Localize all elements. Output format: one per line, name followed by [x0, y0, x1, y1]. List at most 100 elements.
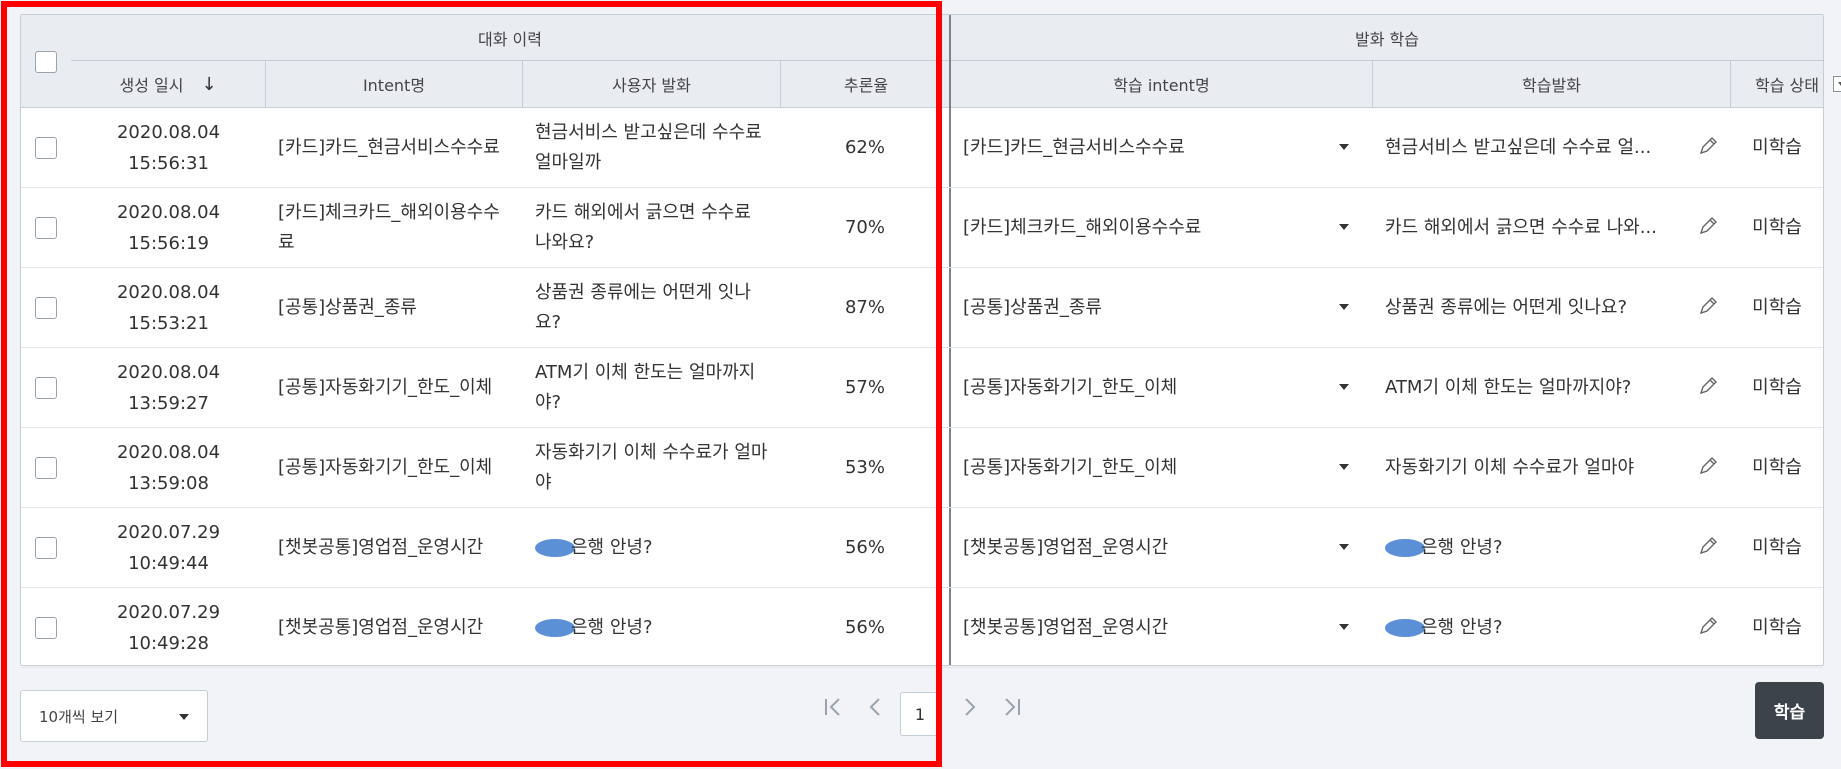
- column-header-learn-status[interactable]: 학습 상태: [1731, 61, 1841, 107]
- column-header-learn-utterance: 학습발화: [1373, 61, 1731, 107]
- page-size-select[interactable]: 10개씩 보기: [20, 690, 208, 742]
- cell-created: 2020.08.04 15:53:21: [71, 268, 266, 348]
- learn-utterance-text: 은행 안녕?: [1421, 617, 1503, 638]
- learn-utterance-field[interactable]: 현금서비스 받고싶은데 수수료 얼...: [1373, 108, 1731, 188]
- table-row[interactable]: 2020.08.04 15:53:21 [공통]상품권_종류 상품권 종류에는 어…: [21, 268, 1823, 348]
- filter-dropdown-icon[interactable]: [1832, 76, 1841, 92]
- cell-score: 70%: [844, 217, 885, 238]
- pencil-edit-icon[interactable]: [1697, 295, 1719, 317]
- row-checkbox[interactable]: [35, 377, 57, 399]
- last-page-icon[interactable]: [997, 692, 1027, 722]
- table-row[interactable]: 2020.07.29 10:49:28 [챗봇공통]영업점_운영시간 은행 안녕?…: [21, 588, 1823, 668]
- learn-intent-text: [챗봇공통]영업점_운영시간: [963, 617, 1169, 638]
- masked-text: [535, 539, 575, 557]
- learn-intent-select[interactable]: [카드]카드_현금서비스수수료: [951, 108, 1373, 188]
- cell-score: 57%: [844, 377, 885, 398]
- cell-intent: [공통]상품권_종류: [266, 268, 523, 348]
- caret-down-icon[interactable]: [1339, 144, 1349, 150]
- row-checkbox[interactable]: [35, 537, 57, 559]
- pencil-edit-icon[interactable]: [1697, 455, 1719, 477]
- learn-intent-select[interactable]: [챗봇공통]영업점_운영시간: [951, 508, 1373, 588]
- cell-utterance: 은행 안녕?: [523, 588, 781, 668]
- pencil-edit-icon[interactable]: [1697, 615, 1719, 637]
- row-checkbox[interactable]: [35, 217, 57, 239]
- cell-intent: [챗봇공통]영업점_운영시간: [266, 508, 523, 588]
- learn-intent-select[interactable]: [공통]자동화기기_한도_이체: [951, 428, 1373, 508]
- row-checkbox[interactable]: [35, 297, 57, 319]
- first-page-icon[interactable]: [818, 692, 848, 722]
- created-time: 10:49:44: [128, 553, 209, 574]
- cell-utterance: 자동화기기 이체 수수료가 얼마야: [523, 428, 781, 508]
- next-page-icon[interactable]: [955, 692, 985, 722]
- caret-down-icon[interactable]: [1339, 464, 1349, 470]
- learn-utterance-field[interactable]: 은행 안녕?: [1373, 508, 1731, 588]
- created-time: 10:49:28: [128, 633, 209, 654]
- cell-created: 2020.08.04 13:59:08: [71, 428, 266, 508]
- pencil-edit-icon[interactable]: [1697, 215, 1719, 237]
- masked-text: [1385, 539, 1425, 557]
- cell-created: 2020.07.29 10:49:28: [71, 588, 266, 668]
- created-date: 2020.08.04: [116, 442, 221, 463]
- prev-page-icon[interactable]: [860, 692, 890, 722]
- learn-intent-select[interactable]: [챗봇공통]영업점_운영시간: [951, 588, 1373, 668]
- utterance-text: 상품권 종류에는 어떤게 잇나요?: [535, 282, 751, 333]
- caret-down-icon[interactable]: [1339, 224, 1349, 230]
- learn-utterance-field[interactable]: ATM기 이체 한도는 얼마까지야?: [1373, 348, 1731, 428]
- cell-learn-status: 미학습: [1752, 537, 1802, 558]
- current-page[interactable]: 1: [900, 692, 940, 736]
- table-row[interactable]: 2020.07.29 10:49:44 [챗봇공통]영업점_운영시간 은행 안녕?…: [21, 508, 1823, 588]
- learn-intent-select[interactable]: [카드]체크카드_해외이용수수료: [951, 188, 1373, 268]
- row-checkbox[interactable]: [35, 457, 57, 479]
- created-time: 13:59:27: [128, 393, 209, 414]
- header-column-row: 생성 일시 ↓ Intent명 사용자 발화 추론율 학습 intent명 학습…: [71, 61, 1841, 108]
- pagination-left: [818, 692, 890, 722]
- created-time: 15:56:31: [128, 153, 209, 174]
- pencil-edit-icon[interactable]: [1697, 375, 1719, 397]
- created-date: 2020.07.29: [116, 522, 221, 543]
- pencil-edit-icon[interactable]: [1697, 535, 1719, 557]
- group-title-learning: 발화 학습: [1355, 30, 1419, 49]
- row-checkbox[interactable]: [35, 617, 57, 639]
- cell-score: 56%: [844, 537, 885, 558]
- row-checkbox[interactable]: [35, 137, 57, 159]
- created-time: 15:56:19: [128, 233, 209, 254]
- utterance-table: 대화 이력 발화 학습 생성 일시 ↓ Intent명 사용자 발화 추론율 학…: [20, 14, 1841, 668]
- utterance-text: 은행 안녕?: [571, 617, 653, 638]
- cell-intent: [카드]카드_현금서비스수수료: [266, 108, 523, 188]
- column-header-created[interactable]: 생성 일시 ↓: [71, 61, 266, 107]
- learn-utterance-text: 자동화기기 이체 수수료가 얼마야: [1385, 457, 1635, 478]
- table-row[interactable]: 2020.08.04 15:56:31 [카드]카드_현금서비스수수료 현금서비스…: [21, 108, 1823, 188]
- cell-intent: [공통]자동화기기_한도_이체: [266, 428, 523, 508]
- learn-utterance-field[interactable]: 은행 안녕?: [1373, 588, 1731, 668]
- row-checkbox-cell: [21, 108, 71, 188]
- table-row[interactable]: 2020.08.04 13:59:27 [공통]자동화기기_한도_이체 ATM기 …: [21, 348, 1823, 428]
- learn-utterance-field[interactable]: 자동화기기 이체 수수료가 얼마야: [1373, 428, 1731, 508]
- column-header-learn-status-label: 학습 상태: [1755, 76, 1819, 95]
- column-header-intent: Intent명: [266, 61, 523, 107]
- learn-utterance-text: 상품권 종류에는 어떤게 잇나요?: [1385, 297, 1627, 318]
- row-checkbox-cell: [21, 348, 71, 428]
- learn-utterance-field[interactable]: 카드 해외에서 긁으면 수수료 나와...: [1373, 188, 1731, 268]
- select-all-checkbox[interactable]: [35, 50, 57, 73]
- learn-utterance-field[interactable]: 상품권 종류에는 어떤게 잇나요?: [1373, 268, 1731, 348]
- learn-utterance-text: 은행 안녕?: [1421, 537, 1503, 558]
- column-header-learn-intent: 학습 intent명: [951, 61, 1373, 107]
- intent-text: [카드]체크카드_해외이용수수료: [278, 202, 500, 253]
- learn-button[interactable]: 학습: [1755, 682, 1824, 739]
- cell-learn-status: 미학습: [1752, 297, 1802, 318]
- learn-intent-text: [카드]체크카드_해외이용수수료: [963, 217, 1202, 238]
- pencil-edit-icon[interactable]: [1697, 135, 1719, 157]
- cell-utterance: ATM기 이체 한도는 얼마까지야?: [523, 348, 781, 428]
- table-row[interactable]: 2020.08.04 13:59:08 [공통]자동화기기_한도_이체 자동화기기…: [21, 428, 1823, 508]
- caret-down-icon[interactable]: [1339, 624, 1349, 630]
- learn-intent-select[interactable]: [공통]상품권_종류: [951, 268, 1373, 348]
- caret-down-icon[interactable]: [1339, 384, 1349, 390]
- utterance-text: 카드 해외에서 긁으면 수수료 나와요?: [535, 202, 751, 253]
- pagination-right: [955, 692, 1027, 722]
- arrow-down-icon[interactable]: ↓: [201, 74, 216, 95]
- caret-down-icon[interactable]: [1339, 304, 1349, 310]
- learn-intent-select[interactable]: [공통]자동화기기_한도_이체: [951, 348, 1373, 428]
- table-row[interactable]: 2020.08.04 15:56:19 [카드]체크카드_해외이용수수료 카드 해…: [21, 188, 1823, 268]
- caret-down-icon[interactable]: [1339, 544, 1349, 550]
- row-checkbox-cell: [21, 588, 71, 668]
